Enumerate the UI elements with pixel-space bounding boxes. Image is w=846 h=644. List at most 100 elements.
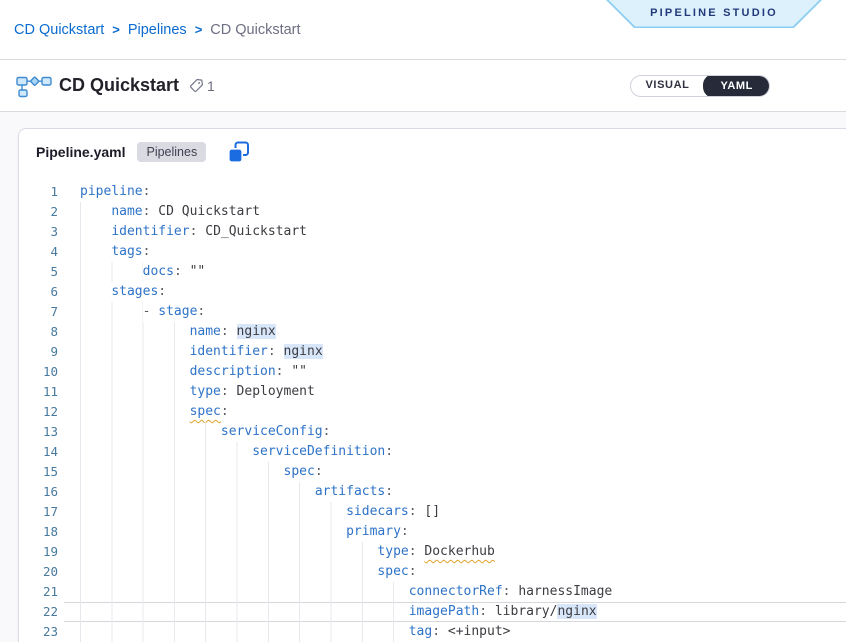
breadcrumb-link-project[interactable]: CD Quickstart	[14, 22, 104, 38]
tag-icon	[189, 78, 204, 93]
code-line[interactable]: 9 identifier: nginx	[19, 342, 846, 362]
code-line[interactable]: 1pipeline:	[19, 182, 846, 202]
yaml-card-header: Pipeline.yaml Pipelines	[19, 129, 846, 175]
yaml-token: stage	[158, 304, 197, 319]
line-number: 9	[19, 342, 64, 362]
indent-guides	[80, 502, 346, 522]
toggle-visual-button[interactable]: VISUAL	[631, 75, 705, 97]
code-line[interactable]: 10 description: ""	[19, 362, 846, 382]
code-content: type: Dockerhub	[64, 542, 846, 562]
code-content: spec:	[64, 462, 846, 482]
code-line[interactable]: 8 name: nginx	[19, 322, 846, 342]
breadcrumb-link-pipelines[interactable]: Pipelines	[128, 22, 187, 38]
yaml-token: identifier	[190, 344, 268, 359]
code-content: primary:	[64, 522, 846, 542]
line-number: 22	[19, 602, 64, 622]
code-line[interactable]: 14 serviceDefinition:	[19, 442, 846, 462]
code-line[interactable]: 2 name: CD Quickstart	[19, 202, 846, 222]
indent-guides	[80, 222, 111, 242]
code-content: tag: <+input>	[64, 622, 846, 642]
yaml-token: serviceConfig	[221, 424, 323, 439]
line-number: 11	[19, 382, 64, 402]
code-line[interactable]: 7 - stage:	[19, 302, 846, 322]
code-line[interactable]: 15 spec:	[19, 462, 846, 482]
yaml-token: :	[323, 424, 331, 439]
line-number: 5	[19, 262, 64, 282]
yaml-token: tags	[111, 244, 142, 259]
line-number: 2	[19, 202, 64, 222]
yaml-token: :	[221, 404, 229, 419]
code-line[interactable]: 5 docs: ""	[19, 262, 846, 282]
code-line[interactable]: 11 type: Deployment	[19, 382, 846, 402]
yaml-token: :	[221, 324, 237, 339]
code-line[interactable]: 6 stages:	[19, 282, 846, 302]
code-line[interactable]: 16 artifacts:	[19, 482, 846, 502]
indent-guides	[80, 562, 377, 582]
yaml-token: Deployment	[237, 384, 315, 399]
yaml-token: :	[503, 584, 519, 599]
yaml-token: ""	[291, 364, 307, 379]
line-number: 6	[19, 282, 64, 302]
indent-guides	[80, 362, 190, 382]
indent-guides	[80, 622, 409, 642]
indent-guides	[80, 602, 409, 622]
breadcrumb-separator-icon: >	[195, 22, 203, 37]
yaml-file-name: Pipeline.yaml	[36, 144, 125, 160]
indent-guides	[80, 582, 409, 602]
indent-guides	[80, 522, 346, 542]
line-number: 15	[19, 462, 64, 482]
yaml-token: :	[143, 244, 151, 259]
yaml-token: connectorRef	[409, 584, 503, 599]
yaml-token: :	[479, 604, 495, 619]
code-line[interactable]: 20 spec:	[19, 562, 846, 582]
indent-guides	[80, 282, 111, 302]
pipeline-studio-label: PIPELINE STUDIO	[650, 7, 778, 19]
yaml-token: nginx	[284, 344, 323, 359]
code-line[interactable]: 23 tag: <+input>	[19, 622, 846, 642]
yaml-token: :	[432, 624, 448, 639]
yaml-token: serviceDefinition	[252, 444, 385, 459]
page-title: CD Quickstart	[59, 75, 179, 96]
copy-yaml-button[interactable]	[227, 141, 250, 164]
line-number: 7	[19, 302, 64, 322]
code-line[interactable]: 4 tags:	[19, 242, 846, 262]
indent-guides	[80, 262, 143, 282]
code-content: name: CD Quickstart	[64, 202, 846, 222]
indent-guides	[80, 242, 111, 262]
toggle-yaml-button[interactable]: YAML	[703, 75, 770, 97]
indent-guides	[80, 542, 377, 562]
code-line[interactable]: 13 serviceConfig:	[19, 422, 846, 442]
line-number: 13	[19, 422, 64, 442]
code-line[interactable]: 21 connectorRef: harnessImage	[19, 582, 846, 602]
yaml-token: :	[409, 564, 417, 579]
code-line[interactable]: 19 type: Dockerhub	[19, 542, 846, 562]
indent-guides	[80, 322, 190, 342]
yaml-token: stages	[111, 284, 158, 299]
yaml-lines: 1pipeline:2 name: CD Quickstart3 identif…	[19, 182, 846, 642]
yaml-token: spec	[377, 564, 408, 579]
code-content: connectorRef: harnessImage	[64, 582, 846, 602]
tags-summary: 1	[189, 78, 215, 94]
code-content: serviceConfig:	[64, 422, 846, 442]
line-number: 3	[19, 222, 64, 242]
line-number: 4	[19, 242, 64, 262]
code-line[interactable]: 17 sidecars: []	[19, 502, 846, 522]
code-line[interactable]: 22 imagePath: library/nginx	[19, 602, 846, 622]
code-content: imagePath: library/nginx	[64, 602, 846, 622]
yaml-token: :	[190, 224, 206, 239]
code-content: stages:	[64, 282, 846, 302]
line-number: 17	[19, 502, 64, 522]
yaml-token: type	[190, 384, 221, 399]
code-line[interactable]: 18 primary:	[19, 522, 846, 542]
yaml-token: artifacts	[315, 484, 385, 499]
code-content: description: ""	[64, 362, 846, 382]
yaml-token: []	[424, 504, 440, 519]
app-header: CD Quickstart > Pipelines > CD Quickstar…	[0, 0, 846, 112]
yaml-token: nginx	[237, 324, 276, 339]
line-number: 10	[19, 362, 64, 382]
code-line[interactable]: 3 identifier: CD_Quickstart	[19, 222, 846, 242]
code-line[interactable]: 12 spec:	[19, 402, 846, 422]
page-title-bar: CD Quickstart 1 VISUAL YAML	[0, 60, 846, 112]
pipeline-studio-banner: PIPELINE STUDIO	[606, 0, 822, 28]
breadcrumb-current-page: CD Quickstart	[210, 22, 300, 38]
